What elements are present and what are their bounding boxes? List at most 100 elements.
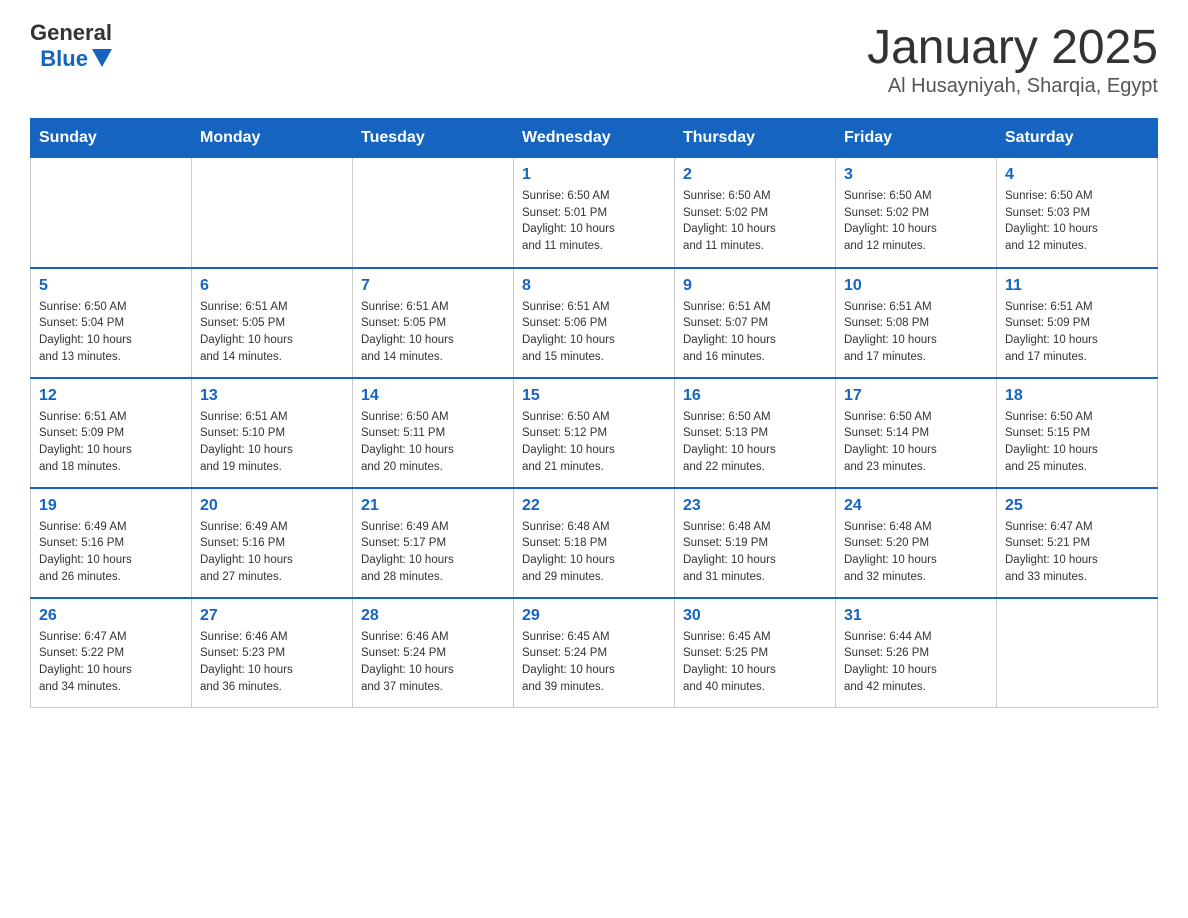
- calendar-cell: 9 Sunrise: 6:51 AMSunset: 5:07 PMDaylight…: [675, 268, 836, 378]
- day-info: Sunrise: 6:48 AMSunset: 5:19 PMDaylight:…: [683, 519, 827, 586]
- calendar-cell: 10 Sunrise: 6:51 AMSunset: 5:08 PMDayligh…: [836, 268, 997, 378]
- calendar-week-row: 1 Sunrise: 6:50 AMSunset: 5:01 PMDaylight…: [31, 158, 1158, 268]
- calendar-cell: [353, 158, 514, 268]
- calendar-cell: 6 Sunrise: 6:51 AMSunset: 5:05 PMDaylight…: [192, 268, 353, 378]
- calendar-cell: 16 Sunrise: 6:50 AMSunset: 5:13 PMDayligh…: [675, 378, 836, 488]
- day-number: 27: [200, 607, 344, 625]
- day-number: 29: [522, 607, 666, 625]
- day-number: 22: [522, 497, 666, 515]
- day-info: Sunrise: 6:47 AMSunset: 5:21 PMDaylight:…: [1005, 519, 1149, 586]
- calendar-week-row: 26 Sunrise: 6:47 AMSunset: 5:22 PMDayligh…: [31, 598, 1158, 708]
- day-info: Sunrise: 6:50 AMSunset: 5:01 PMDaylight:…: [522, 188, 666, 255]
- day-info: Sunrise: 6:44 AMSunset: 5:26 PMDaylight:…: [844, 629, 988, 696]
- calendar-cell: 24 Sunrise: 6:48 AMSunset: 5:20 PMDayligh…: [836, 488, 997, 598]
- day-info: Sunrise: 6:51 AMSunset: 5:07 PMDaylight:…: [683, 299, 827, 366]
- calendar-subtitle: Al Husayniyah, Sharqia, Egypt: [867, 75, 1158, 98]
- day-info: Sunrise: 6:51 AMSunset: 5:05 PMDaylight:…: [361, 299, 505, 366]
- day-number: 9: [683, 277, 827, 295]
- weekday-header-cell: Wednesday: [514, 119, 675, 158]
- day-info: Sunrise: 6:50 AMSunset: 5:13 PMDaylight:…: [683, 409, 827, 476]
- day-info: Sunrise: 6:51 AMSunset: 5:05 PMDaylight:…: [200, 299, 344, 366]
- title-block: January 2025 Al Husayniyah, Sharqia, Egy…: [867, 20, 1158, 98]
- day-info: Sunrise: 6:51 AMSunset: 5:09 PMDaylight:…: [1005, 299, 1149, 366]
- day-number: 21: [361, 497, 505, 515]
- day-number: 1: [522, 166, 666, 184]
- calendar-cell: 22 Sunrise: 6:48 AMSunset: 5:18 PMDayligh…: [514, 488, 675, 598]
- calendar-cell: 20 Sunrise: 6:49 AMSunset: 5:16 PMDayligh…: [192, 488, 353, 598]
- day-info: Sunrise: 6:51 AMSunset: 5:09 PMDaylight:…: [39, 409, 183, 476]
- day-info: Sunrise: 6:45 AMSunset: 5:25 PMDaylight:…: [683, 629, 827, 696]
- weekday-header-cell: Monday: [192, 119, 353, 158]
- day-number: 8: [522, 277, 666, 295]
- weekday-header-cell: Friday: [836, 119, 997, 158]
- day-info: Sunrise: 6:45 AMSunset: 5:24 PMDaylight:…: [522, 629, 666, 696]
- day-info: Sunrise: 6:50 AMSunset: 5:02 PMDaylight:…: [683, 188, 827, 255]
- day-info: Sunrise: 6:48 AMSunset: 5:20 PMDaylight:…: [844, 519, 988, 586]
- day-info: Sunrise: 6:46 AMSunset: 5:24 PMDaylight:…: [361, 629, 505, 696]
- calendar-cell: 19Sunrise: 6:49 AMSunset: 5:16 PMDayligh…: [31, 488, 192, 598]
- day-number: 2: [683, 166, 827, 184]
- day-info: Sunrise: 6:49 AMSunset: 5:16 PMDaylight:…: [200, 519, 344, 586]
- day-info: Sunrise: 6:46 AMSunset: 5:23 PMDaylight:…: [200, 629, 344, 696]
- day-number: 7: [361, 277, 505, 295]
- day-number: 26: [39, 607, 183, 625]
- calendar-cell: [997, 598, 1158, 708]
- day-number: 20: [200, 497, 344, 515]
- day-info: Sunrise: 6:51 AMSunset: 5:10 PMDaylight:…: [200, 409, 344, 476]
- page-header: General Blue January 2025 Al Husayniyah,…: [30, 20, 1158, 98]
- calendar-cell: 23 Sunrise: 6:48 AMSunset: 5:19 PMDayligh…: [675, 488, 836, 598]
- day-info: Sunrise: 6:47 AMSunset: 5:22 PMDaylight:…: [39, 629, 183, 696]
- weekday-header-cell: Saturday: [997, 119, 1158, 158]
- day-info: Sunrise: 6:49 AMSunset: 5:16 PMDaylight:…: [39, 519, 183, 586]
- logo: General Blue: [30, 20, 112, 72]
- day-number: 18: [1005, 387, 1149, 405]
- calendar-cell: 21Sunrise: 6:49 AMSunset: 5:17 PMDayligh…: [353, 488, 514, 598]
- calendar-cell: 8Sunrise: 6:51 AMSunset: 5:06 PMDaylight…: [514, 268, 675, 378]
- calendar-cell: 30Sunrise: 6:45 AMSunset: 5:25 PMDayligh…: [675, 598, 836, 708]
- weekday-header-cell: Sunday: [31, 119, 192, 158]
- day-number: 13: [200, 387, 344, 405]
- calendar-cell: 2 Sunrise: 6:50 AMSunset: 5:02 PMDaylight…: [675, 158, 836, 268]
- day-number: 3: [844, 166, 988, 184]
- day-info: Sunrise: 6:51 AMSunset: 5:08 PMDaylight:…: [844, 299, 988, 366]
- calendar-title: January 2025: [867, 20, 1158, 75]
- day-number: 17: [844, 387, 988, 405]
- calendar-cell: 29 Sunrise: 6:45 AMSunset: 5:24 PMDayligh…: [514, 598, 675, 708]
- calendar-cell: [31, 158, 192, 268]
- day-number: 14: [361, 387, 505, 405]
- day-info: Sunrise: 6:50 AMSunset: 5:14 PMDaylight:…: [844, 409, 988, 476]
- day-number: 24: [844, 497, 988, 515]
- calendar-cell: 26 Sunrise: 6:47 AMSunset: 5:22 PMDayligh…: [31, 598, 192, 708]
- calendar-cell: 7 Sunrise: 6:51 AMSunset: 5:05 PMDaylight…: [353, 268, 514, 378]
- day-number: 28: [361, 607, 505, 625]
- day-info: Sunrise: 6:50 AMSunset: 5:11 PMDaylight:…: [361, 409, 505, 476]
- day-number: 16: [683, 387, 827, 405]
- day-info: Sunrise: 6:48 AMSunset: 5:18 PMDaylight:…: [522, 519, 666, 586]
- calendar-cell: 18 Sunrise: 6:50 AMSunset: 5:15 PMDayligh…: [997, 378, 1158, 488]
- day-number: 23: [683, 497, 827, 515]
- day-info: Sunrise: 6:50 AMSunset: 5:12 PMDaylight:…: [522, 409, 666, 476]
- calendar-cell: 1 Sunrise: 6:50 AMSunset: 5:01 PMDaylight…: [514, 158, 675, 268]
- day-number: 4: [1005, 166, 1149, 184]
- weekday-header-cell: Thursday: [675, 119, 836, 158]
- day-info: Sunrise: 6:50 AMSunset: 5:03 PMDaylight:…: [1005, 188, 1149, 255]
- logo-blue: Blue: [40, 46, 88, 72]
- day-number: 6: [200, 277, 344, 295]
- calendar-week-row: 19Sunrise: 6:49 AMSunset: 5:16 PMDayligh…: [31, 488, 1158, 598]
- calendar-cell: 17 Sunrise: 6:50 AMSunset: 5:14 PMDayligh…: [836, 378, 997, 488]
- calendar-cell: 25 Sunrise: 6:47 AMSunset: 5:21 PMDayligh…: [997, 488, 1158, 598]
- day-info: Sunrise: 6:50 AMSunset: 5:15 PMDaylight:…: [1005, 409, 1149, 476]
- calendar-cell: [192, 158, 353, 268]
- day-number: 10: [844, 277, 988, 295]
- day-number: 15: [522, 387, 666, 405]
- calendar-cell: 11Sunrise: 6:51 AMSunset: 5:09 PMDayligh…: [997, 268, 1158, 378]
- calendar-cell: 13 Sunrise: 6:51 AMSunset: 5:10 PMDayligh…: [192, 378, 353, 488]
- day-number: 5: [39, 277, 183, 295]
- calendar-cell: 14 Sunrise: 6:50 AMSunset: 5:11 PMDayligh…: [353, 378, 514, 488]
- calendar-cell: 5 Sunrise: 6:50 AMSunset: 5:04 PMDaylight…: [31, 268, 192, 378]
- weekday-header-row: SundayMondayTuesdayWednesdayThursdayFrid…: [31, 119, 1158, 158]
- day-info: Sunrise: 6:50 AMSunset: 5:04 PMDaylight:…: [39, 299, 183, 366]
- day-number: 31: [844, 607, 988, 625]
- day-number: 12: [39, 387, 183, 405]
- day-number: 25: [1005, 497, 1149, 515]
